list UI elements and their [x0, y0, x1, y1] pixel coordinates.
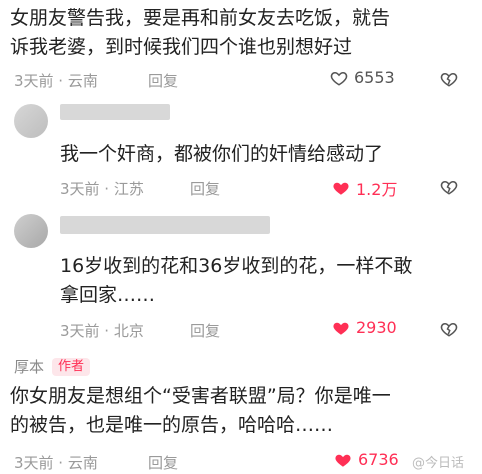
- comment-1-text-line1: 女朋友警告我，要是再和前女友去吃饭，就告: [10, 7, 391, 29]
- comment-4-text: 你女朋友是想组个“受害者联盟”局？你是唯一 的被告，也是唯一的原告，哈哈哈……: [10, 382, 480, 440]
- comment-4-author[interactable]: 厚本: [14, 356, 44, 377]
- comment-1-reply-button[interactable]: 回复: [148, 70, 178, 91]
- comment-3-text: 16岁收到的花和36岁收到的花，一样不敢 拿回家……: [60, 252, 480, 310]
- heart-icon: [335, 454, 351, 467]
- broken-heart-icon[interactable]: [440, 70, 458, 88]
- comment-4-text-line1: 你女朋友是想组个“受害者联盟”局？你是唯一: [10, 385, 391, 407]
- author-name-redacted: [60, 104, 170, 120]
- comment-1-like-count: 6553: [354, 68, 395, 87]
- comment-2-like-button[interactable]: 1.2万: [332, 176, 397, 200]
- comment-3-reply-button[interactable]: 回复: [190, 320, 220, 341]
- comment-1-text: 女朋友警告我，要是再和前女友去吃饭，就告 诉我老婆，到时候我们四个谁也别想好过: [10, 4, 472, 62]
- watermark: @今日话: [412, 456, 465, 471]
- comment-2-meta: 3天前 · 江苏: [60, 180, 144, 198]
- comment-4-like-button[interactable]: 6736: [334, 450, 399, 469]
- comment-2-reply-button[interactable]: 回复: [190, 178, 220, 199]
- comment-3-meta: 3天前 · 北京: [60, 322, 144, 340]
- author-badge: 作者: [52, 357, 91, 376]
- comment-1-like-button[interactable]: 6553: [330, 68, 395, 87]
- comment-1-text-line2: 诉我老婆，到时候我们四个谁也别想好过: [10, 36, 353, 58]
- comment-3-like-count: 2930: [356, 318, 397, 337]
- comment-2-text: 我一个奸商，都被你们的奸情给感动了: [60, 143, 384, 165]
- comment-4-meta: 3天前 · 云南: [14, 454, 98, 472]
- comment-4-like-count: 6736: [358, 450, 399, 469]
- avatar[interactable]: [14, 104, 48, 138]
- heart-icon: [330, 71, 348, 86]
- comment-3-text-line1: 16岁收到的花和36岁收到的花，一样不敢: [60, 255, 413, 277]
- avatar[interactable]: [14, 214, 48, 248]
- comment-1-meta: 3天前 · 云南: [14, 72, 98, 90]
- comment-4-text-line2: 的被告，也是唯一的原告，哈哈哈……: [10, 414, 334, 436]
- broken-heart-icon[interactable]: [440, 320, 458, 338]
- comment-2-like-count: 1.2万: [356, 180, 398, 199]
- comment-4-reply-button[interactable]: 回复: [148, 452, 178, 473]
- comment-3-like-button[interactable]: 2930: [332, 318, 397, 337]
- author-name-redacted: [60, 216, 270, 234]
- comment-4-header: 厚本 作者: [14, 356, 91, 377]
- heart-icon: [333, 182, 349, 195]
- broken-heart-icon[interactable]: [440, 178, 458, 196]
- heart-icon: [333, 322, 349, 335]
- comment-3-text-line2: 拿回家……: [60, 284, 156, 306]
